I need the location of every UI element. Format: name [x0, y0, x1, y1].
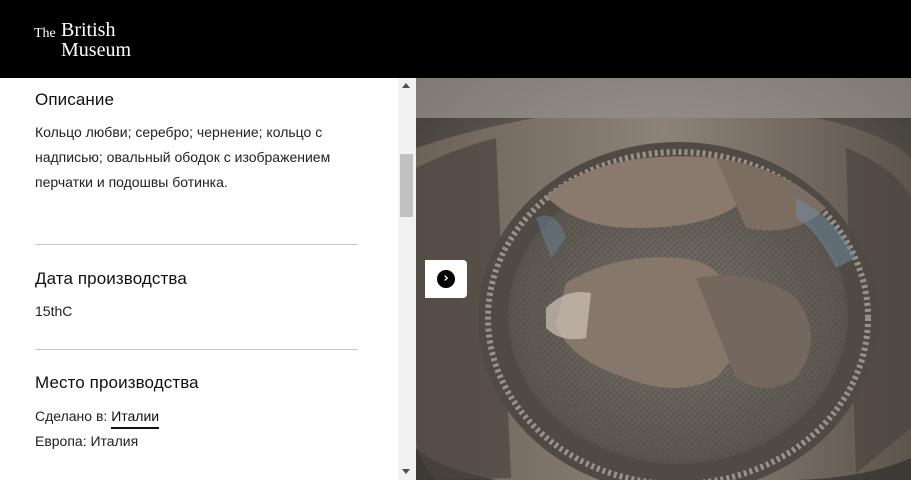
- logo-british: British: [61, 19, 116, 41]
- divider: [35, 349, 358, 350]
- region-line: Европа: Италия: [35, 433, 139, 449]
- divider: [35, 244, 358, 245]
- next-image-button[interactable]: ›: [425, 260, 467, 298]
- production-date-title: Дата производства: [35, 269, 187, 288]
- logo-the: The: [34, 26, 56, 41]
- panel-scrollbar[interactable]: [398, 78, 416, 480]
- made-in-link[interactable]: Италии: [111, 408, 160, 429]
- scroll-down-arrow-icon[interactable]: [402, 469, 410, 474]
- scroll-up-arrow-icon[interactable]: [402, 83, 410, 88]
- made-in-line: Сделано в: Италии: [35, 404, 160, 429]
- logo-museum: Museum: [61, 39, 131, 61]
- production-date-value: 15thC: [35, 303, 73, 319]
- chevron-right-icon: ›: [437, 270, 455, 288]
- site-header: The British Museum: [0, 0, 911, 78]
- production-place-title: Место производства: [35, 373, 199, 392]
- description-title: Описание: [35, 90, 115, 109]
- description-text: Кольцо любви; серебро; чернение; кольцо …: [35, 124, 331, 190]
- ring-photo: [416, 78, 911, 480]
- object-image-viewer[interactable]: [416, 78, 911, 480]
- scrollbar-thumb[interactable]: [400, 154, 413, 217]
- made-in-label: Сделано в:: [35, 408, 108, 424]
- object-details-panel: Описание Кольцо любви; серебро; чернение…: [0, 78, 416, 480]
